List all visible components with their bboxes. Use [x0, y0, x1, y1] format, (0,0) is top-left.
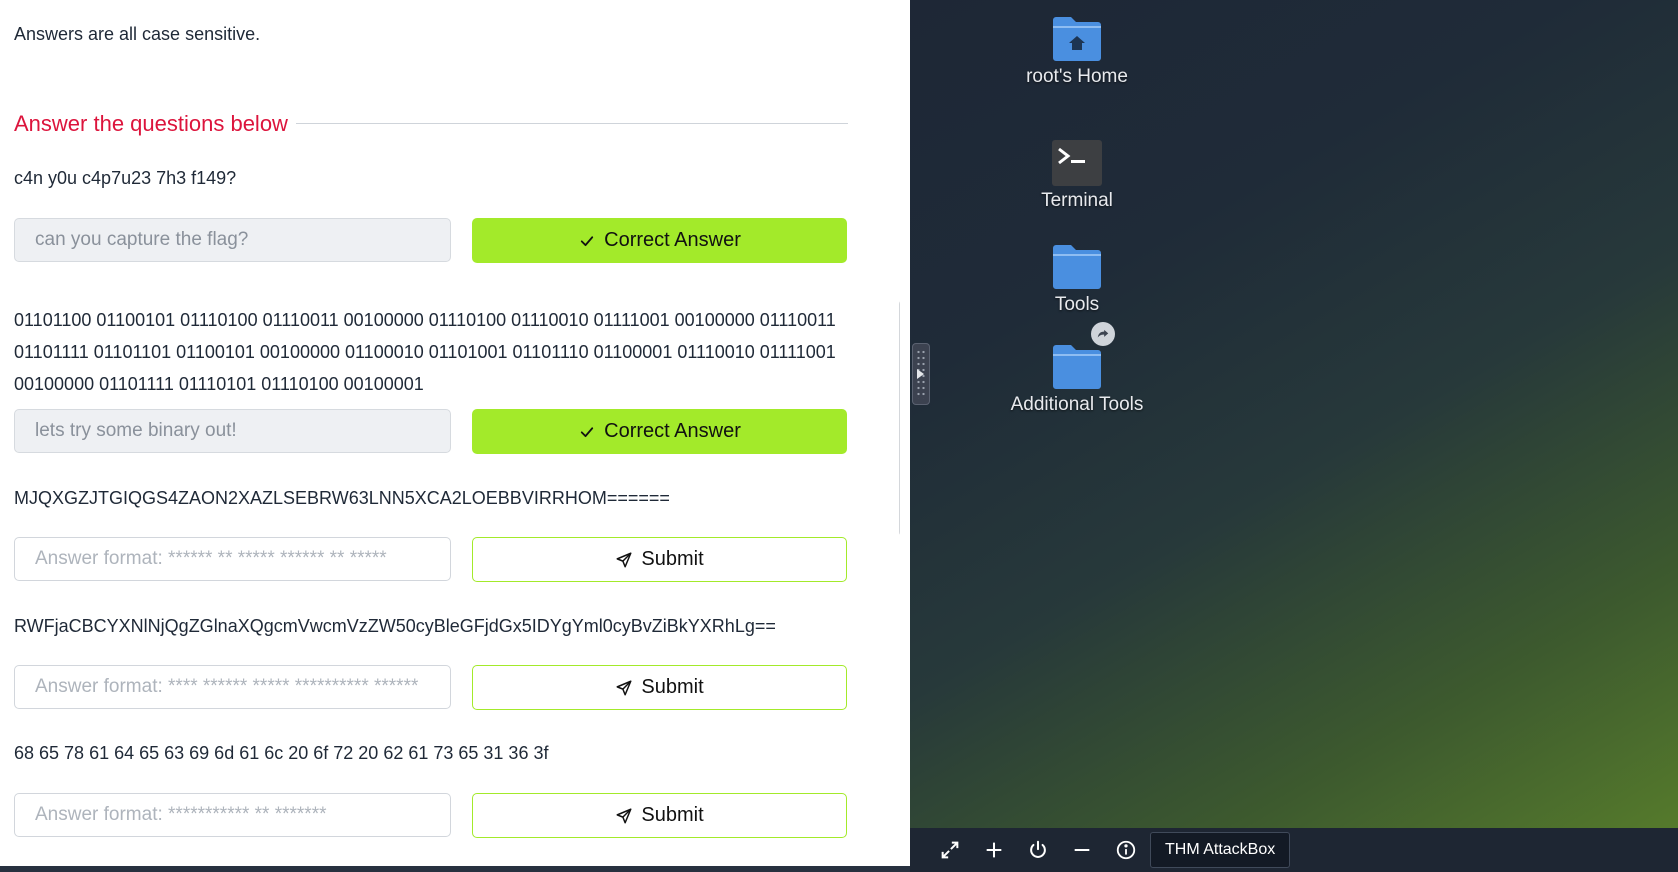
- question-4-submit-button[interactable]: Submit: [472, 665, 847, 710]
- question-1-correct-answer-button[interactable]: Correct Answer: [472, 218, 847, 263]
- panel-bottom-edge: [0, 866, 910, 872]
- fullscreen-button[interactable]: [938, 838, 962, 862]
- send-icon: [616, 808, 632, 823]
- question-2-correct-answer-button[interactable]: Correct Answer: [472, 409, 847, 454]
- section-heading: Answer the questions below: [14, 111, 288, 136]
- attackbox-button[interactable]: THM AttackBox: [1150, 832, 1291, 868]
- question-3-button-label: Submit: [641, 548, 704, 570]
- question-5-answer-input[interactable]: [14, 793, 451, 837]
- section-divider: [296, 123, 848, 124]
- question-1-text: c4n y0u c4p7u23 7h3 f149?: [14, 168, 237, 188]
- minimize-button[interactable]: [1070, 838, 1094, 862]
- desktop-icon-tools[interactable]: Tools: [992, 242, 1162, 316]
- question-1-answer-input[interactable]: [14, 218, 451, 262]
- send-icon: [616, 680, 632, 695]
- question-5-text: 68 65 78 61 64 65 63 69 6d 61 6c 20 6f 7…: [14, 743, 549, 763]
- intro-text: Answers are all case sensitive.: [14, 24, 261, 44]
- question-5-button-label: Submit: [641, 804, 704, 826]
- question-2-answer-input[interactable]: [14, 409, 451, 453]
- fullscreen-icon: [941, 841, 959, 859]
- shared-folder-icon: [1053, 345, 1101, 389]
- question-1-button-label: Correct Answer: [604, 229, 741, 251]
- question-3-text: MJQXGZJTGIQGS4ZAON2XAZLSEBRW63LNN5XCA2LO…: [14, 488, 670, 508]
- share-arrow-icon: [1091, 322, 1115, 346]
- minus-icon: [1074, 848, 1090, 852]
- question-3-answer-input[interactable]: [14, 537, 451, 581]
- panel-collapse-handle[interactable]: [912, 343, 930, 405]
- attackbox-desktop: root's Home Terminal Tools Additional To…: [910, 0, 1678, 828]
- folder-icon: [1053, 245, 1101, 289]
- add-button[interactable]: [982, 838, 1006, 862]
- question-5-submit-button[interactable]: Submit: [472, 793, 847, 838]
- desktop-icon-tools-label: Tools: [1054, 294, 1100, 315]
- desktop-icon-additional-tools-label: Additional Tools: [1010, 394, 1144, 415]
- question-4-text: RWFjaCBCYXNlNjQgZGlnaXQgcmVwcmVzZW50cyBl…: [14, 616, 776, 636]
- power-icon: [1030, 840, 1046, 858]
- plus-icon: [986, 842, 1002, 858]
- desktop-icon-home-label: root's Home: [1026, 66, 1128, 87]
- desktop-icon-terminal-label: Terminal: [1041, 190, 1113, 211]
- task-panel: Answers are all case sensitive. Answer t…: [0, 0, 900, 866]
- check-icon: [580, 235, 594, 246]
- attackbox-taskbar: THM AttackBox: [910, 828, 1678, 872]
- question-3-submit-button[interactable]: Submit: [472, 537, 847, 582]
- info-icon: [1116, 840, 1136, 860]
- panel-scrollbar[interactable]: [899, 300, 900, 536]
- home-folder-icon: [1053, 17, 1101, 61]
- terminal-icon: [1052, 140, 1102, 186]
- question-2-text: 01101100 01100101 01110100 01110011 0010…: [14, 310, 836, 394]
- send-icon: [616, 552, 632, 567]
- desktop-icon-additional-tools[interactable]: Additional Tools: [992, 322, 1162, 416]
- question-4-answer-input[interactable]: [14, 665, 451, 709]
- desktop-icon-home[interactable]: root's Home: [992, 14, 1162, 88]
- power-button[interactable]: [1026, 838, 1050, 862]
- info-button[interactable]: [1114, 838, 1138, 862]
- desktop-icon-terminal[interactable]: Terminal: [992, 140, 1162, 212]
- question-4-button-label: Submit: [641, 676, 704, 698]
- check-icon: [580, 426, 594, 437]
- question-2-button-label: Correct Answer: [604, 420, 741, 442]
